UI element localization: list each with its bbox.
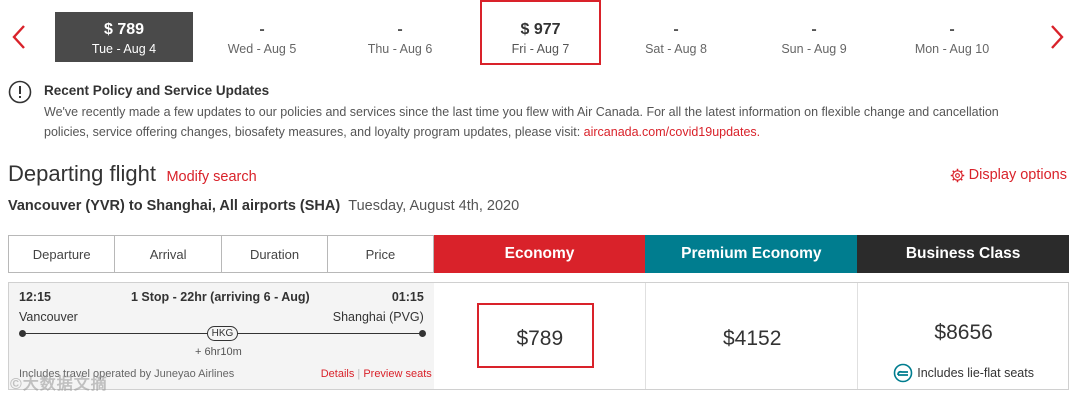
date-option-aug-10[interactable]: - Mon - Aug 10 xyxy=(883,12,1021,62)
previous-dates-button[interactable] xyxy=(9,22,29,52)
lie-flat-label: Includes lie-flat seats xyxy=(917,366,1034,380)
date-price: - xyxy=(259,21,265,38)
date-label: Mon - Aug 10 xyxy=(914,42,990,56)
modify-search-link[interactable]: Modify search xyxy=(166,169,256,185)
fare-premium-price: $4152 xyxy=(723,327,782,350)
covid-updates-link[interactable]: aircanada.com/covid19updates. xyxy=(584,125,761,139)
chevron-right-icon xyxy=(1051,25,1064,49)
origin-city: Vancouver xyxy=(19,310,78,324)
fare-business-class[interactable]: $8656 Includes lie-flat seats xyxy=(856,283,1070,389)
notice-title: Recent Policy and Service Updates xyxy=(44,83,270,98)
departure-time: 12:15 xyxy=(19,290,51,304)
exclamation-circle-icon xyxy=(8,80,32,104)
fare-economy[interactable]: $789 xyxy=(434,283,645,389)
flight-links: Details | Preview seats xyxy=(321,368,432,380)
date-price: $ 789 xyxy=(103,21,145,38)
sort-duration[interactable]: Duration xyxy=(220,235,328,273)
sort-price[interactable]: Price xyxy=(327,235,434,273)
page-title: Departing flight xyxy=(8,161,156,186)
fare-business-price: $8656 xyxy=(934,321,993,344)
date-label: Tue - Aug 4 xyxy=(91,42,157,56)
notice-body: We've recently made a few updates to our… xyxy=(44,102,1044,142)
date-price: - xyxy=(673,21,679,38)
display-options-label: Display options xyxy=(968,167,1067,183)
destination-city: Shanghai (PVG) xyxy=(332,310,424,324)
preview-seats-link[interactable]: Preview seats xyxy=(363,368,431,380)
date-option-aug-9[interactable]: - Sun - Aug 9 xyxy=(745,12,883,62)
date-label: Thu - Aug 6 xyxy=(367,42,433,56)
cabin-premium-economy-header[interactable]: Premium Economy xyxy=(645,235,858,273)
lie-flat-note: Includes lie-flat seats xyxy=(858,363,1070,383)
details-link[interactable]: Details xyxy=(321,368,355,380)
results-table-header: Departure Arrival Duration Price Economy… xyxy=(8,235,1070,273)
date-strip: $ 789 Tue - Aug 4 - Wed - Aug 5 - Thu - … xyxy=(0,0,1080,74)
date-price: - xyxy=(949,21,955,38)
next-dates-button[interactable] xyxy=(1047,22,1067,52)
page-heading: Departing flight Modify search xyxy=(8,161,257,191)
policy-notice: Recent Policy and Service Updates We've … xyxy=(8,80,1072,142)
stops-summary: 1 Stop - 22hr (arriving 6 - Aug) xyxy=(131,290,310,304)
chevron-left-icon xyxy=(12,25,25,49)
destination-dot xyxy=(419,330,426,337)
cabin-economy-header[interactable]: Economy xyxy=(433,235,646,273)
display-options-button[interactable]: Display options xyxy=(950,167,1067,183)
date-label: Fri - Aug 7 xyxy=(511,42,570,56)
date-option-aug-8[interactable]: - Sat - Aug 8 xyxy=(607,12,745,62)
date-option-aug-6[interactable]: - Thu - Aug 6 xyxy=(331,12,469,62)
arrival-time: 01:15 xyxy=(391,290,424,304)
date-label: Wed - Aug 5 xyxy=(227,42,297,56)
date-label: Sat - Aug 8 xyxy=(645,42,707,56)
stop-airport-badge: HKG xyxy=(207,326,238,341)
layover-duration: + 6hr10m xyxy=(195,346,242,358)
fare-economy-price: $789 xyxy=(516,327,564,350)
date-option-aug-4[interactable]: $ 789 Tue - Aug 4 xyxy=(55,12,193,62)
date-label: Sun - Aug 9 xyxy=(781,42,847,56)
cabin-business-class-header[interactable]: Business Class xyxy=(857,235,1070,273)
sort-arrival[interactable]: Arrival xyxy=(114,235,221,273)
lie-flat-seat-icon xyxy=(893,363,913,383)
route-date: Tuesday, August 4th, 2020 xyxy=(348,198,520,214)
route-summary: Vancouver (YVR) to Shanghai, All airport… xyxy=(8,198,519,214)
date-option-aug-5[interactable]: - Wed - Aug 5 xyxy=(193,12,331,62)
origin-dot xyxy=(19,330,26,337)
date-option-aug-7[interactable]: $ 977 Fri - Aug 7 xyxy=(480,0,601,65)
date-price: $ 977 xyxy=(520,21,561,38)
date-price: - xyxy=(811,21,817,38)
watermark: ©大数据文摘 xyxy=(10,376,108,393)
flight-result-row: 12:15 1 Stop - 22hr (arriving 6 - Aug) 0… xyxy=(8,282,1069,390)
gear-icon xyxy=(950,168,964,182)
sort-departure[interactable]: Departure xyxy=(8,235,115,273)
notice-text: We've recently made a few updates to our… xyxy=(44,105,999,139)
link-separator: | xyxy=(357,368,361,380)
route-text: Vancouver (YVR) to Shanghai, All airport… xyxy=(8,198,341,214)
date-price: - xyxy=(397,21,403,38)
fare-premium-economy[interactable]: $4152 xyxy=(645,283,856,389)
